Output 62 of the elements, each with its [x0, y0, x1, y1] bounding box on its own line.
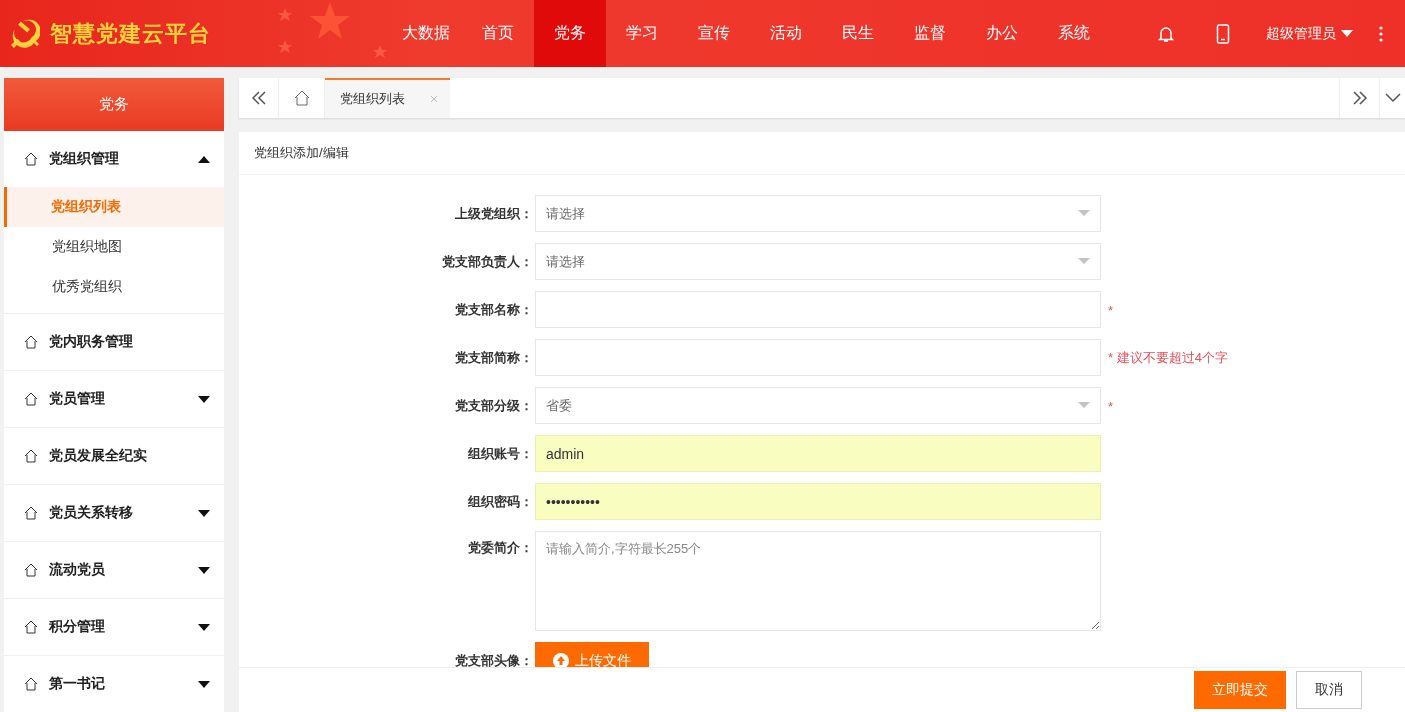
- required-hint: * 建议不要超过4个字: [1107, 350, 1228, 365]
- input-field[interactable]: [535, 339, 1101, 376]
- field-label: 上级党组织：: [454, 204, 534, 223]
- bell-icon[interactable]: [1158, 24, 1174, 43]
- home-icon: [24, 152, 38, 166]
- nav-tab[interactable]: 活动: [750, 0, 822, 67]
- sidebar-header: 党务: [4, 78, 224, 131]
- field-label: 党支部负责人：: [441, 252, 534, 271]
- nav-tab[interactable]: 大数据: [390, 0, 462, 67]
- select-field[interactable]: 请选择: [535, 195, 1101, 232]
- form-title: 党组织添加/编辑: [239, 132, 1405, 175]
- nav-tab[interactable]: 学习: [606, 0, 678, 67]
- nav-tab[interactable]: 办公: [966, 0, 1038, 67]
- page-tab[interactable]: 党组织列表: [325, 78, 450, 118]
- caret-icon: [1341, 29, 1353, 38]
- double-chevron-right-icon: [1351, 91, 1368, 105]
- nav-tab[interactable]: 监督: [894, 0, 966, 67]
- input-field[interactable]: admin: [535, 435, 1101, 472]
- scroll-left-button[interactable]: [239, 78, 279, 118]
- nav-tab[interactable]: 民生: [822, 0, 894, 67]
- field-label: 党支部头像：: [454, 652, 534, 667]
- field-label: 党委简介：: [467, 539, 534, 557]
- home-icon: [24, 620, 38, 634]
- app-title: 智慧党建云平台: [50, 19, 211, 48]
- field-label: 党支部简称：: [454, 348, 534, 367]
- home-icon: [24, 677, 38, 691]
- home-tab-button[interactable]: [279, 78, 325, 118]
- double-chevron-left-icon: [250, 91, 267, 105]
- close-icon[interactable]: [430, 95, 438, 103]
- more-icon[interactable]: [1379, 25, 1383, 42]
- dropdown-icon: [1078, 258, 1090, 265]
- nav-tab[interactable]: 首页: [462, 0, 534, 67]
- chevron-down-icon: [1384, 93, 1401, 103]
- tab-menu-button[interactable]: [1379, 78, 1405, 118]
- home-icon: [24, 392, 38, 406]
- textarea-field[interactable]: 请输入简介,字符最长255个: [535, 531, 1101, 631]
- scroll-right-button[interactable]: [1339, 78, 1379, 118]
- select-field[interactable]: 请选择: [535, 243, 1101, 280]
- field-label: 组织密码：: [467, 492, 534, 511]
- home-icon: [24, 563, 38, 577]
- tab-label: 党组织列表: [340, 90, 405, 108]
- user-menu[interactable]: 超级管理员: [1266, 24, 1353, 43]
- input-field[interactable]: [535, 291, 1101, 328]
- home-icon: [293, 90, 310, 106]
- dropdown-icon: [1078, 210, 1090, 217]
- field-label: 党支部分级：: [454, 396, 534, 415]
- phone-icon[interactable]: [1216, 23, 1230, 44]
- nav-tab[interactable]: 宣传: [678, 0, 750, 67]
- emblem-icon: [10, 18, 40, 49]
- home-icon: [24, 335, 38, 349]
- select-field[interactable]: 省委: [535, 387, 1101, 424]
- required-hint: *: [1107, 398, 1114, 414]
- home-icon: [24, 506, 38, 520]
- field-label: 党支部名称：: [454, 300, 534, 319]
- cancel-button[interactable]: 取消: [1296, 671, 1362, 709]
- home-icon: [24, 449, 38, 463]
- nav-tab[interactable]: 党务: [534, 0, 606, 67]
- field-label: 组织账号：: [467, 444, 534, 463]
- dropdown-icon: [1078, 402, 1090, 409]
- input-field[interactable]: •••••••••••: [535, 483, 1101, 520]
- nav-tab[interactable]: 系统: [1038, 0, 1110, 67]
- required-hint: *: [1107, 302, 1114, 318]
